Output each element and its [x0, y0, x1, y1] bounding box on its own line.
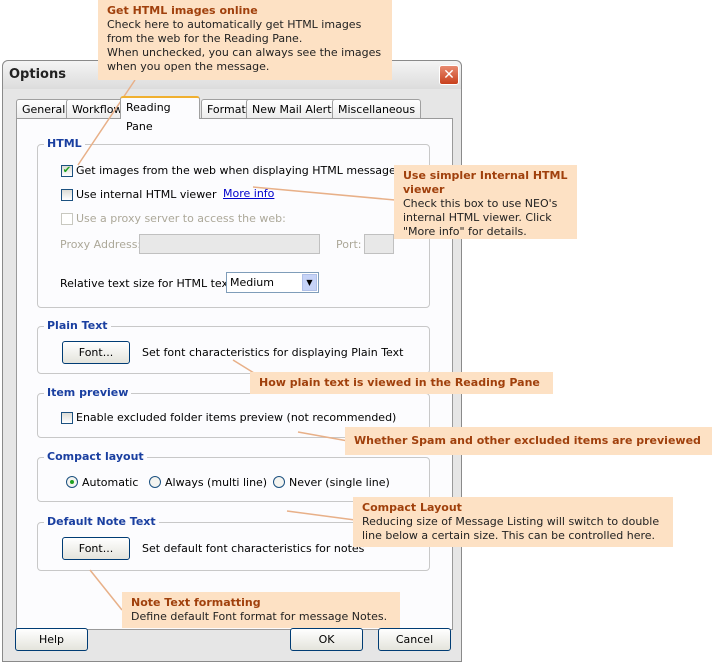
callout-body: Define default Font format for message N… [131, 610, 388, 623]
callout-title: Use simpler Internal HTML viewer [403, 169, 568, 196]
callout-title: Get HTML images online [107, 4, 258, 17]
callout-get-images: Get HTML images online Check here to aut… [98, 0, 392, 80]
callout-body: Check here to automatically get HTML ima… [107, 18, 362, 45]
callout-internal-viewer: Use simpler Internal HTML viewer Check t… [394, 165, 577, 239]
callout-note-text: Note Text formatting Define default Font… [122, 592, 400, 628]
tab-reading-pane[interactable]: Reading Pane [120, 96, 200, 133]
leader-line [297, 431, 349, 442]
callout-item-preview: Whether Spam and other excluded items ar… [345, 427, 712, 455]
callout-title: Whether Spam and other excluded items ar… [354, 434, 701, 447]
callout-body: Reducing size of Message Listing will sw… [362, 515, 660, 542]
leader-line [286, 510, 356, 521]
leader-lines [77, 79, 396, 611]
callout-body: Check this box to use NEO's internal HTM… [403, 197, 558, 238]
callout-plain-text: How plain text is viewed in the Reading … [250, 372, 553, 394]
callout-title: Note Text formatting [131, 596, 261, 609]
callout-title: Compact Layout [362, 501, 462, 514]
callout-compact-layout: Compact Layout Reducing size of Message … [353, 497, 673, 547]
callout-body: When unchecked, you can always see the i… [107, 46, 382, 73]
leader-line [252, 186, 396, 201]
callout-title: How plain text is viewed in the Reading … [259, 376, 540, 389]
leader-line [89, 569, 123, 611]
